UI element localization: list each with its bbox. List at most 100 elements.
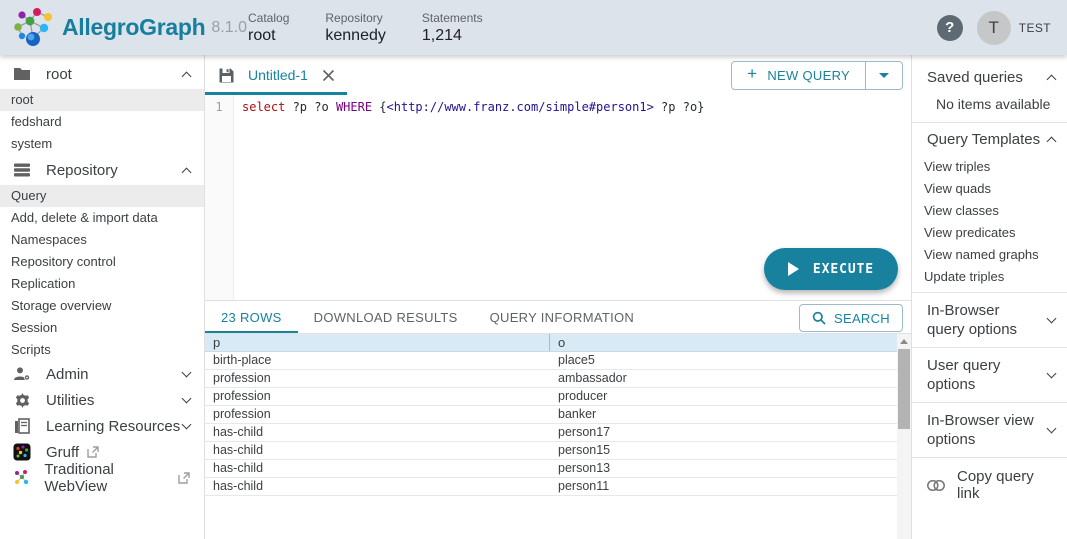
statements-stat: Statements 1,214 [422,11,483,45]
sidebar-section-repository[interactable]: Repository [0,155,204,185]
tab-rows[interactable]: 23 ROWS [205,301,298,333]
search-button[interactable]: SEARCH [799,304,903,332]
chevron-up-icon [182,71,192,81]
logo[interactable]: AllegroGraph 8.1.0 [0,5,248,51]
sidebar-item-system[interactable]: system [0,133,204,155]
cell-p: has-child [205,424,549,441]
cell-o: banker [549,406,897,423]
template-update-triples[interactable]: Update triples [912,266,1067,288]
table-header-row: p o [205,334,897,352]
column-header-p[interactable]: p [205,334,549,351]
table-row[interactable]: profession producer [205,388,897,406]
template-view-triples[interactable]: View triples [912,156,1067,178]
code-token: ?p ?o} [654,100,705,114]
table-scrollbar[interactable] [897,334,911,539]
code-token: ?p ?o [285,100,336,114]
results-tab-bar: 23 ROWS DOWNLOAD RESULTS QUERY INFORMATI… [205,300,911,334]
table-row[interactable]: birth-place place5 [205,352,897,370]
sidebar-section-catalog[interactable]: root [0,59,204,89]
sidebar-item-session[interactable]: Session [0,317,204,339]
query-editor[interactable]: 1 select ?p ?o WHERE {<http://www.franz.… [205,95,911,300]
gruff-icon [12,442,32,462]
new-query-dropdown-button[interactable] [866,61,903,90]
code-token: <http://www.franz.com/simple#person1> [387,100,654,114]
sidebar-item-root[interactable]: root [0,89,204,111]
sidebar-item-replication[interactable]: Replication [0,273,204,295]
line-number-gutter: 1 [205,95,234,300]
tab-download-results[interactable]: DOWNLOAD RESULTS [298,301,474,333]
tab-query-information[interactable]: QUERY INFORMATION [474,301,651,333]
template-view-quads[interactable]: View quads [912,178,1067,200]
close-icon[interactable] [322,69,335,82]
scrollbar-thumb[interactable] [898,349,910,429]
sidebar-section-admin[interactable]: Admin [0,361,204,387]
repository-label: Repository [325,11,386,25]
saved-queries-label: Saved queries [927,69,1023,86]
cell-p: has-child [205,478,549,495]
repository-section-label: Repository [46,162,118,179]
table-row[interactable]: has-child person11 [205,478,897,496]
plus-icon: + [747,64,757,84]
chevron-down-icon [182,394,192,404]
user-avatar[interactable]: T [977,11,1011,45]
sidebar-item-add-delete-import[interactable]: Add, delete & import data [0,207,204,229]
brand-version: 8.1.0 [211,19,247,37]
utilities-section-label: Utilities [46,392,94,409]
sidebar-item-scripts[interactable]: Scripts [0,339,204,361]
in-browser-query-options[interactable]: In-Browser query options [912,293,1067,347]
cell-p: has-child [205,442,549,459]
query-panel: Untitled-1 + NEW QUERY [205,55,911,539]
table-row[interactable]: has-child person15 [205,442,897,460]
new-query-label: NEW QUERY [767,68,850,83]
table-row[interactable]: profession banker [205,406,897,424]
right-sidebar: Saved queries No items available Query T… [911,55,1067,539]
header-right: ? T TEST [937,11,1067,45]
copy-query-link-button[interactable]: Copy query link [912,458,1067,512]
help-icon[interactable]: ? [937,15,963,41]
cell-p: birth-place [205,352,549,369]
link-icon [927,480,945,491]
sidebar-item-traditional-webview[interactable]: Traditional WebView [0,465,204,491]
table-row[interactable]: profession ambassador [205,370,897,388]
in-browser-view-options[interactable]: In-Browser view options [912,403,1067,457]
repository-value: kennedy [325,27,386,45]
sidebar-item-storage-overview[interactable]: Storage overview [0,295,204,317]
sidebar-section-utilities[interactable]: Utilities [0,387,204,413]
search-label: SEARCH [834,311,890,326]
template-view-predicates[interactable]: View predicates [912,222,1067,244]
repository-icon [12,160,32,180]
sidebar-item-repository-control[interactable]: Repository control [0,251,204,273]
save-icon[interactable] [218,67,235,84]
cell-p: profession [205,370,549,387]
chevron-down-icon [182,368,192,378]
cell-o: producer [549,388,897,405]
sidebar-item-namespaces[interactable]: Namespaces [0,229,204,251]
new-query-button[interactable]: + NEW QUERY [731,61,866,90]
in-browser-view-options-label: In-Browser view options [927,411,1035,449]
execute-button[interactable]: EXECUTE [764,248,898,290]
table-row[interactable]: has-child person13 [205,460,897,478]
sidebar-item-fedshard[interactable]: fedshard [0,111,204,133]
column-header-o[interactable]: o [549,334,897,351]
query-templates-header[interactable]: Query Templates [912,123,1067,156]
scrollbar-up-button[interactable] [897,334,911,349]
allegrograph-logo-icon [10,5,56,51]
code-token: select [242,100,285,114]
execute-label: EXECUTE [813,262,874,277]
tab-untitled-1[interactable]: Untitled-1 [205,55,347,95]
user-query-options-label: User query options [927,356,1035,394]
user-query-options[interactable]: User query options [912,348,1067,402]
sidebar-section-learning-resources[interactable]: Learning Resources [0,413,204,439]
chevron-up-icon [1047,75,1057,85]
sidebar-item-query[interactable]: Query [0,185,204,207]
template-view-classes[interactable]: View classes [912,200,1067,222]
table-row[interactable]: has-child person17 [205,424,897,442]
results-table: p o birth-place place5 profession ambass… [205,334,897,539]
content: root root fedshard system Repository Que… [0,55,1067,539]
tab-title: Untitled-1 [248,67,308,83]
saved-queries-empty: No items available [912,94,1067,122]
webview-icon [12,468,30,488]
saved-queries-header[interactable]: Saved queries [912,61,1067,94]
code-token: { [372,100,386,114]
template-view-named-graphs[interactable]: View named graphs [912,244,1067,266]
